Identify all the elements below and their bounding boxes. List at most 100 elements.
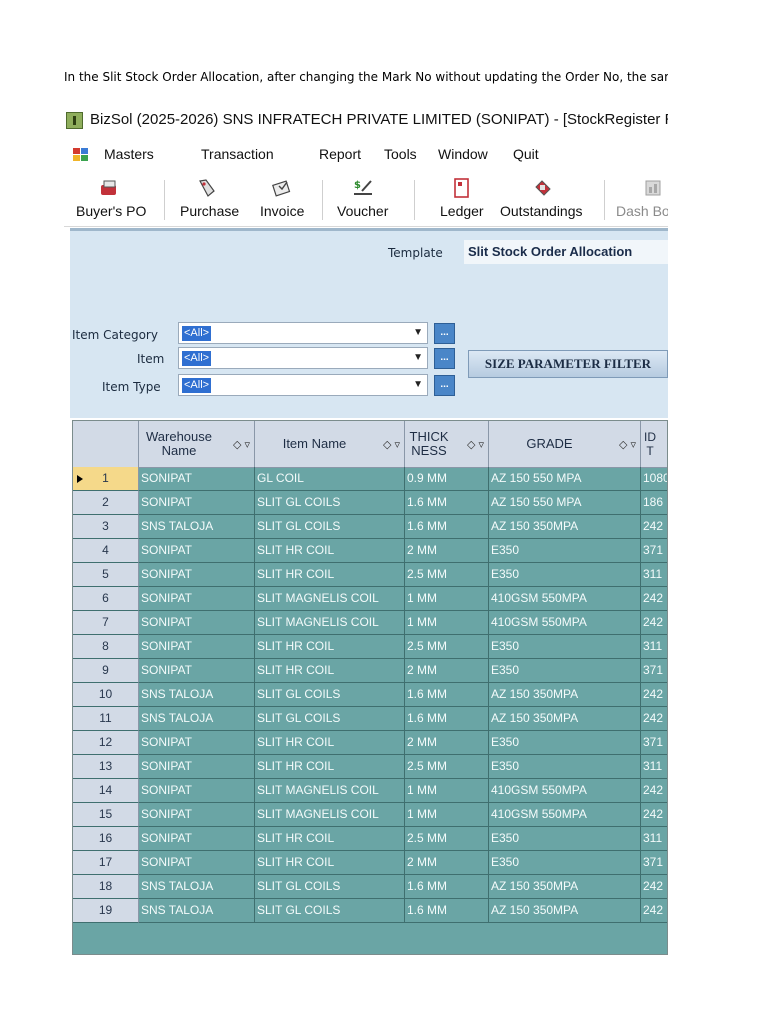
- cell-id[interactable]: 311: [641, 827, 667, 851]
- cell-grade[interactable]: AZ 150 350MPA: [489, 515, 641, 539]
- item-category-select[interactable]: <All> ▼: [178, 322, 428, 344]
- cell-warehouse[interactable]: SONIPAT: [139, 659, 255, 683]
- table-row[interactable]: 7 SONIPAT SLIT MAGNELIS COIL 1 MM 410GSM 550…: [73, 611, 667, 635]
- row-number[interactable]: 11: [73, 707, 139, 731]
- dashboard-button[interactable]: Dash Bo: [612, 170, 668, 226]
- cell-grade[interactable]: E350: [489, 539, 641, 563]
- table-row[interactable]: 3 SNS TALOJA SLIT GL COILS 1.6 MM AZ 150 350…: [73, 515, 667, 539]
- cell-id[interactable]: 371: [641, 659, 667, 683]
- cell-id[interactable]: 311: [641, 635, 667, 659]
- cell-id[interactable]: 242: [641, 683, 667, 707]
- row-number[interactable]: 4: [73, 539, 139, 563]
- row-number[interactable]: 17: [73, 851, 139, 875]
- col-thickness[interactable]: THICK NESS ◇ ▿: [405, 421, 489, 467]
- cell-grade[interactable]: 410GSM 550MPA: [489, 587, 641, 611]
- template-value[interactable]: Slit Stock Order Allocation: [464, 240, 668, 264]
- row-number[interactable]: 6: [73, 587, 139, 611]
- cell-warehouse[interactable]: SNS TALOJA: [139, 707, 255, 731]
- col-warehouse-name[interactable]: Warehouse Name ◇ ▿: [139, 421, 255, 467]
- cell-warehouse[interactable]: SONIPAT: [139, 851, 255, 875]
- cell-item-name[interactable]: SLIT GL COILS: [255, 875, 405, 899]
- table-row[interactable]: 11 SNS TALOJA SLIT GL COILS 1.6 MM AZ 150 35…: [73, 707, 667, 731]
- cell-grade[interactable]: 410GSM 550MPA: [489, 803, 641, 827]
- cell-grade[interactable]: AZ 150 350MPA: [489, 707, 641, 731]
- row-number[interactable]: 16: [73, 827, 139, 851]
- cell-id[interactable]: 311: [641, 755, 667, 779]
- item-select[interactable]: <All> ▼: [178, 347, 428, 369]
- cell-item-name[interactable]: SLIT MAGNELIS COIL: [255, 779, 405, 803]
- table-row[interactable]: 18 SNS TALOJA SLIT GL COILS 1.6 MM AZ 150 35…: [73, 875, 667, 899]
- cell-item-name[interactable]: SLIT GL COILS: [255, 707, 405, 731]
- cell-warehouse[interactable]: SONIPAT: [139, 587, 255, 611]
- cell-grade[interactable]: E350: [489, 851, 641, 875]
- cell-warehouse[interactable]: SONIPAT: [139, 755, 255, 779]
- cell-grade[interactable]: E350: [489, 635, 641, 659]
- menu-transaction[interactable]: Transaction: [201, 146, 274, 162]
- table-row[interactable]: 10 SNS TALOJA SLIT GL COILS 1.6 MM AZ 150 35…: [73, 683, 667, 707]
- row-number[interactable]: 12: [73, 731, 139, 755]
- cell-id[interactable]: 242: [641, 779, 667, 803]
- cell-grade[interactable]: AZ 150 550 MPA: [489, 491, 641, 515]
- cell-id[interactable]: 242: [641, 707, 667, 731]
- cell-id[interactable]: 242: [641, 899, 667, 923]
- table-row[interactable]: 15 SONIPAT SLIT MAGNELIS COIL 1 MM 410GSM 55…: [73, 803, 667, 827]
- menu-masters[interactable]: Masters: [104, 146, 154, 162]
- table-row[interactable]: 8 SONIPAT SLIT HR COIL 2.5 MM E350 311: [73, 635, 667, 659]
- cell-warehouse[interactable]: SNS TALOJA: [139, 683, 255, 707]
- row-number[interactable]: 8: [73, 635, 139, 659]
- cell-thickness[interactable]: 1 MM: [405, 779, 489, 803]
- cell-thickness[interactable]: 2.5 MM: [405, 635, 489, 659]
- cell-thickness[interactable]: 2 MM: [405, 659, 489, 683]
- cell-thickness[interactable]: 1 MM: [405, 803, 489, 827]
- cell-id[interactable]: 242: [641, 875, 667, 899]
- voucher-button[interactable]: $ Voucher: [328, 170, 398, 226]
- col-grade[interactable]: GRADE ◇ ▿: [489, 421, 641, 467]
- invoice-button[interactable]: Invoice: [252, 170, 312, 226]
- row-number[interactable]: 18: [73, 875, 139, 899]
- cell-grade[interactable]: 410GSM 550MPA: [489, 611, 641, 635]
- table-row[interactable]: 14 SONIPAT SLIT MAGNELIS COIL 1 MM 410GSM 55…: [73, 779, 667, 803]
- filter-icon[interactable]: ◇ ▿: [383, 438, 400, 452]
- cell-thickness[interactable]: 2 MM: [405, 731, 489, 755]
- cell-id[interactable]: 186: [641, 491, 667, 515]
- cell-item-name[interactable]: SLIT GL COILS: [255, 899, 405, 923]
- cell-thickness[interactable]: 2 MM: [405, 539, 489, 563]
- cell-warehouse[interactable]: SONIPAT: [139, 827, 255, 851]
- menu-tools[interactable]: Tools: [384, 146, 417, 162]
- cell-item-name[interactable]: SLIT HR COIL: [255, 539, 405, 563]
- cell-warehouse[interactable]: SONIPAT: [139, 467, 255, 491]
- cell-item-name[interactable]: SLIT HR COIL: [255, 563, 405, 587]
- chevron-down-icon[interactable]: ▼: [413, 379, 423, 390]
- table-row[interactable]: 13 SONIPAT SLIT HR COIL 2.5 MM E350 311: [73, 755, 667, 779]
- table-row[interactable]: 5 SONIPAT SLIT HR COIL 2.5 MM E350 311: [73, 563, 667, 587]
- row-number[interactable]: 5: [73, 563, 139, 587]
- row-number[interactable]: 10: [73, 683, 139, 707]
- cell-warehouse[interactable]: SONIPAT: [139, 539, 255, 563]
- filter-icon[interactable]: ◇ ▿: [233, 438, 250, 452]
- cell-item-name[interactable]: SLIT HR COIL: [255, 755, 405, 779]
- filter-icon[interactable]: ◇ ▿: [467, 438, 484, 452]
- cell-item-name[interactable]: SLIT HR COIL: [255, 827, 405, 851]
- table-row[interactable]: 16 SONIPAT SLIT HR COIL 2.5 MM E350 311: [73, 827, 667, 851]
- cell-warehouse[interactable]: SONIPAT: [139, 779, 255, 803]
- item-type-select[interactable]: <All> ▼: [178, 374, 428, 396]
- cell-warehouse[interactable]: SNS TALOJA: [139, 899, 255, 923]
- purchase-button[interactable]: Purchase: [172, 170, 244, 226]
- cell-thickness[interactable]: 1 MM: [405, 611, 489, 635]
- row-number[interactable]: 7: [73, 611, 139, 635]
- ledger-button[interactable]: Ledger: [436, 170, 488, 226]
- table-row[interactable]: 9 SONIPAT SLIT HR COIL 2 MM E350 371: [73, 659, 667, 683]
- cell-thickness[interactable]: 1.6 MM: [405, 515, 489, 539]
- cell-grade[interactable]: E350: [489, 755, 641, 779]
- table-row[interactable]: 12 SONIPAT SLIT HR COIL 2 MM E350 371: [73, 731, 667, 755]
- cell-warehouse[interactable]: SONIPAT: [139, 611, 255, 635]
- outstandings-button[interactable]: Outstandings: [496, 170, 588, 226]
- cell-thickness[interactable]: 1.6 MM: [405, 683, 489, 707]
- cell-warehouse[interactable]: SONIPAT: [139, 491, 255, 515]
- cell-item-name[interactable]: SLIT MAGNELIS COIL: [255, 587, 405, 611]
- row-number[interactable]: 3: [73, 515, 139, 539]
- cell-grade[interactable]: E350: [489, 659, 641, 683]
- cell-grade[interactable]: AZ 150 350MPA: [489, 875, 641, 899]
- table-row[interactable]: 19 SNS TALOJA SLIT GL COILS 1.6 MM AZ 150 35…: [73, 899, 667, 923]
- cell-item-name[interactable]: GL COIL: [255, 467, 405, 491]
